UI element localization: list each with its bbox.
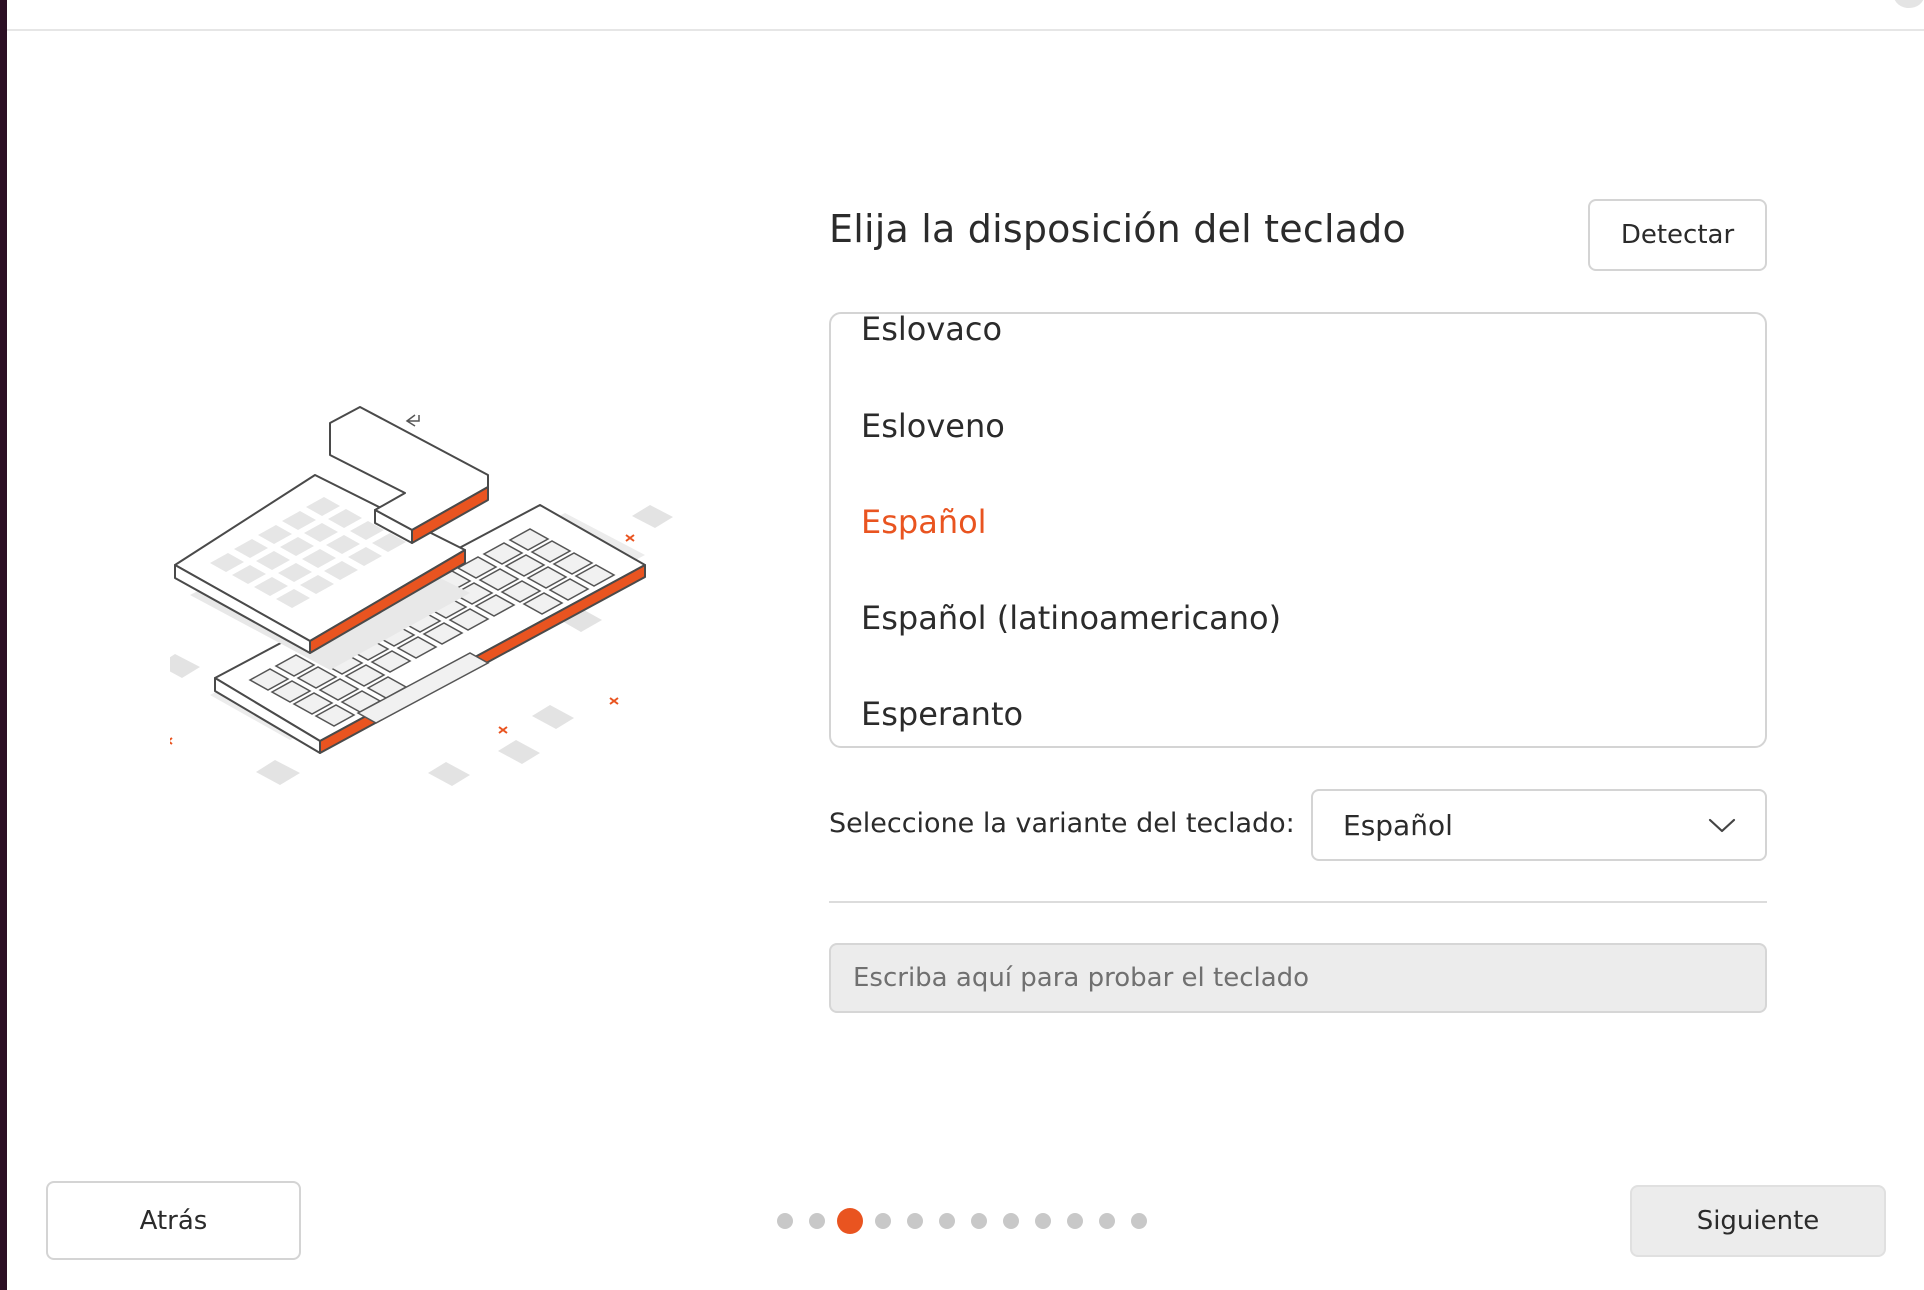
window-edge bbox=[0, 0, 7, 1290]
list-item[interactable]: Español (latinoamericano) bbox=[861, 599, 1281, 637]
variant-dropdown[interactable]: Español bbox=[1311, 789, 1767, 861]
progress-dot bbox=[809, 1213, 825, 1229]
progress-dot bbox=[1131, 1213, 1147, 1229]
progress-dot bbox=[939, 1213, 955, 1229]
progress-dot bbox=[1035, 1213, 1051, 1229]
progress-dot bbox=[1067, 1213, 1083, 1229]
list-item[interactable]: Eslovaco bbox=[861, 314, 1002, 348]
page-title: Elija la disposición del teclado bbox=[829, 207, 1406, 251]
list-item[interactable]: Esloveno bbox=[861, 407, 1005, 445]
list-item[interactable]: Esperanto bbox=[861, 695, 1023, 733]
variant-value: Español bbox=[1343, 809, 1453, 842]
progress-dot bbox=[907, 1213, 923, 1229]
progress-dot bbox=[1003, 1213, 1019, 1229]
detect-button[interactable]: Detectar bbox=[1588, 199, 1767, 271]
keyboard-illustration bbox=[170, 406, 673, 786]
progress-dots bbox=[777, 1208, 1163, 1234]
variant-label: Seleccione la variante del teclado: bbox=[829, 808, 1295, 839]
next-button[interactable]: Siguiente bbox=[1630, 1185, 1886, 1257]
title-bar bbox=[7, 0, 1924, 31]
back-button[interactable]: Atrás bbox=[46, 1181, 301, 1260]
progress-dot bbox=[1099, 1213, 1115, 1229]
progress-dot bbox=[777, 1213, 793, 1229]
keyboard-layout-list[interactable]: Eslovaco Esloveno Español Español (latin… bbox=[829, 312, 1767, 748]
close-icon[interactable] bbox=[1894, 0, 1924, 8]
progress-dot bbox=[875, 1213, 891, 1229]
divider bbox=[829, 901, 1767, 903]
progress-dot bbox=[971, 1213, 987, 1229]
list-item-selected[interactable]: Español bbox=[861, 503, 987, 541]
chevron-down-icon bbox=[1708, 818, 1736, 833]
progress-dot-active bbox=[837, 1208, 863, 1234]
keyboard-test-input[interactable] bbox=[829, 943, 1767, 1013]
